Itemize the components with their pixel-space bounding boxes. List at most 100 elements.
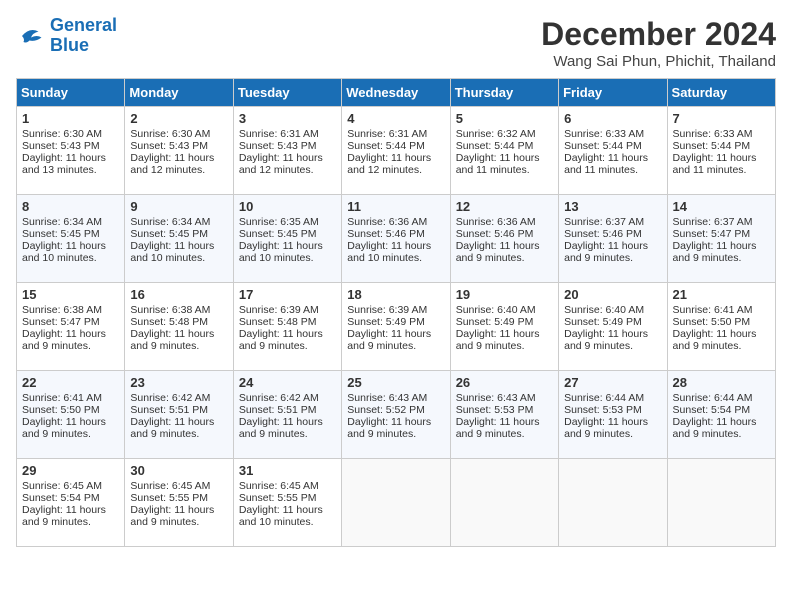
sunrise: Sunrise: 6:43 AM [347, 392, 427, 404]
sunrise: Sunrise: 6:40 AM [564, 304, 644, 316]
day-number: 5 [456, 111, 553, 126]
sunrise: Sunrise: 6:41 AM [22, 392, 102, 404]
day-number: 30 [130, 463, 227, 478]
location: Wang Sai Phun, Phichit, Thailand [541, 53, 776, 70]
day-number: 10 [239, 199, 336, 214]
daylight: Daylight: 11 hours and 9 minutes. [456, 240, 540, 264]
calendar-cell: 12Sunrise: 6:36 AMSunset: 5:46 PMDayligh… [450, 195, 558, 283]
calendar-cell: 30 Sunrise: 6:45 AMSunset: 5:55 PMDayligh… [125, 459, 233, 547]
calendar-cell: 1Sunrise: 6:30 AMSunset: 5:43 PMDaylight… [17, 107, 125, 195]
calendar-cell: 17Sunrise: 6:39 AMSunset: 5:48 PMDayligh… [233, 283, 341, 371]
day-number: 13 [564, 199, 661, 214]
header-day-monday: Monday [125, 79, 233, 107]
sunset: Sunset: 5:47 PM [22, 316, 100, 328]
calendar-cell: 4Sunrise: 6:31 AMSunset: 5:44 PMDaylight… [342, 107, 450, 195]
daylight: Daylight: 11 hours and 11 minutes. [673, 152, 757, 176]
sunset: Sunset: 5:52 PM [347, 404, 425, 416]
sunrise: Sunrise: 6:35 AM [239, 216, 319, 228]
daylight: Daylight: 11 hours and 11 minutes. [564, 152, 648, 176]
calendar-cell: 5Sunrise: 6:32 AMSunset: 5:44 PMDaylight… [450, 107, 558, 195]
calendar-cell [342, 459, 450, 547]
daylight: Daylight: 11 hours and 12 minutes. [347, 152, 431, 176]
calendar-cell: 8Sunrise: 6:34 AMSunset: 5:45 PMDaylight… [17, 195, 125, 283]
sunrise: Sunrise: 6:38 AM [22, 304, 102, 316]
daylight: Daylight: 11 hours and 9 minutes. [130, 328, 214, 352]
day-number: 17 [239, 287, 336, 302]
day-number: 12 [456, 199, 553, 214]
sunset: Sunset: 5:43 PM [130, 140, 208, 152]
sunrise: Sunrise: 6:44 AM [673, 392, 753, 404]
day-number: 29 [22, 463, 119, 478]
sunrise: Sunrise: 6:45 AM [22, 480, 102, 492]
daylight: Daylight: 11 hours and 9 minutes. [239, 416, 323, 440]
calendar-cell: 28Sunrise: 6:44 AMSunset: 5:54 PMDayligh… [667, 371, 775, 459]
sunrise: Sunrise: 6:36 AM [347, 216, 427, 228]
sunrise: Sunrise: 6:33 AM [673, 128, 753, 140]
logo-bird-icon [16, 21, 46, 51]
calendar-cell [559, 459, 667, 547]
day-number: 31 [239, 463, 336, 478]
sunrise: Sunrise: 6:45 AM [130, 480, 210, 492]
sunrise: Sunrise: 6:33 AM [564, 128, 644, 140]
day-number: 7 [673, 111, 770, 126]
daylight: Daylight: 11 hours and 9 minutes. [130, 416, 214, 440]
header-day-saturday: Saturday [667, 79, 775, 107]
daylight: Daylight: 11 hours and 9 minutes. [673, 240, 757, 264]
sunrise: Sunrise: 6:37 AM [564, 216, 644, 228]
day-number: 28 [673, 375, 770, 390]
calendar-cell: 29Sunrise: 6:45 AMSunset: 5:54 PMDayligh… [17, 459, 125, 547]
daylight: Daylight: 11 hours and 9 minutes. [456, 328, 540, 352]
daylight: Daylight: 11 hours and 12 minutes. [239, 152, 323, 176]
daylight: Daylight: 11 hours and 9 minutes. [22, 328, 106, 352]
calendar-cell [450, 459, 558, 547]
calendar-cell [667, 459, 775, 547]
day-number: 4 [347, 111, 444, 126]
week-row-5: 29Sunrise: 6:45 AMSunset: 5:54 PMDayligh… [17, 459, 776, 547]
calendar-cell: 11Sunrise: 6:36 AMSunset: 5:46 PMDayligh… [342, 195, 450, 283]
calendar-cell: 22 Sunrise: 6:41 AMSunset: 5:50 PMDayligh… [17, 371, 125, 459]
header-day-wednesday: Wednesday [342, 79, 450, 107]
day-number: 6 [564, 111, 661, 126]
daylight: Daylight: 11 hours and 9 minutes. [130, 504, 214, 528]
sunset: Sunset: 5:49 PM [564, 316, 642, 328]
week-row-2: 8 Sunrise: 6:34 AM Sunset: 5:45 PM Daylight… [17, 195, 776, 283]
calendar-table: SundayMondayTuesdayWednesdayThursdayFrid… [16, 78, 776, 547]
day-number: 8 [22, 199, 119, 214]
day-number: 15 [22, 287, 119, 302]
day-number: 14 [673, 199, 770, 214]
day-number: 16 [130, 287, 227, 302]
calendar-cell: 9Sunrise: 6:34 AMSunset: 5:45 PMDaylight… [125, 195, 233, 283]
sunset: Sunset: 5:45 PM [130, 228, 208, 240]
sunset: Sunset: 5:55 PM [239, 492, 317, 504]
day-number: 24 [239, 375, 336, 390]
sunset: Sunset: 5:44 PM [456, 140, 534, 152]
sunset: Sunset: 5:46 PM [456, 228, 534, 240]
logo-text: GeneralBlue [50, 16, 117, 56]
sunrise: Sunrise: 6:31 AM [239, 128, 319, 140]
sunset: Sunset: 5:46 PM [347, 228, 425, 240]
sunrise: Sunrise: 6:38 AM [130, 304, 210, 316]
sunrise: Sunrise: 6:34 AM [22, 216, 102, 228]
sunset: Sunset: 5:50 PM [22, 404, 100, 416]
sunset: Sunset: 5:46 PM [564, 228, 642, 240]
sunrise: Sunrise: 6:39 AM [239, 304, 319, 316]
logo: GeneralBlue [16, 16, 117, 56]
day-number: 23 [130, 375, 227, 390]
month-title: December 2024 [541, 16, 776, 53]
daylight: Daylight: 11 hours and 9 minutes. [673, 416, 757, 440]
daylight: Daylight: 11 hours and 9 minutes. [347, 328, 431, 352]
day-number: 22 [22, 375, 119, 390]
sunrise: Sunrise: 6:31 AM [347, 128, 427, 140]
daylight: Daylight: 11 hours and 9 minutes. [564, 328, 648, 352]
sunrise: Sunrise: 6:39 AM [347, 304, 427, 316]
calendar-cell: 25Sunrise: 6:43 AMSunset: 5:52 PMDayligh… [342, 371, 450, 459]
day-number: 27 [564, 375, 661, 390]
sunset: Sunset: 5:55 PM [130, 492, 208, 504]
daylight: Daylight: 11 hours and 9 minutes. [22, 416, 106, 440]
sunset: Sunset: 5:49 PM [347, 316, 425, 328]
header-day-friday: Friday [559, 79, 667, 107]
sunset: Sunset: 5:53 PM [564, 404, 642, 416]
week-row-3: 15Sunrise: 6:38 AMSunset: 5:47 PMDayligh… [17, 283, 776, 371]
daylight: Daylight: 11 hours and 11 minutes. [456, 152, 540, 176]
calendar-cell: 23Sunrise: 6:42 AMSunset: 5:51 PMDayligh… [125, 371, 233, 459]
